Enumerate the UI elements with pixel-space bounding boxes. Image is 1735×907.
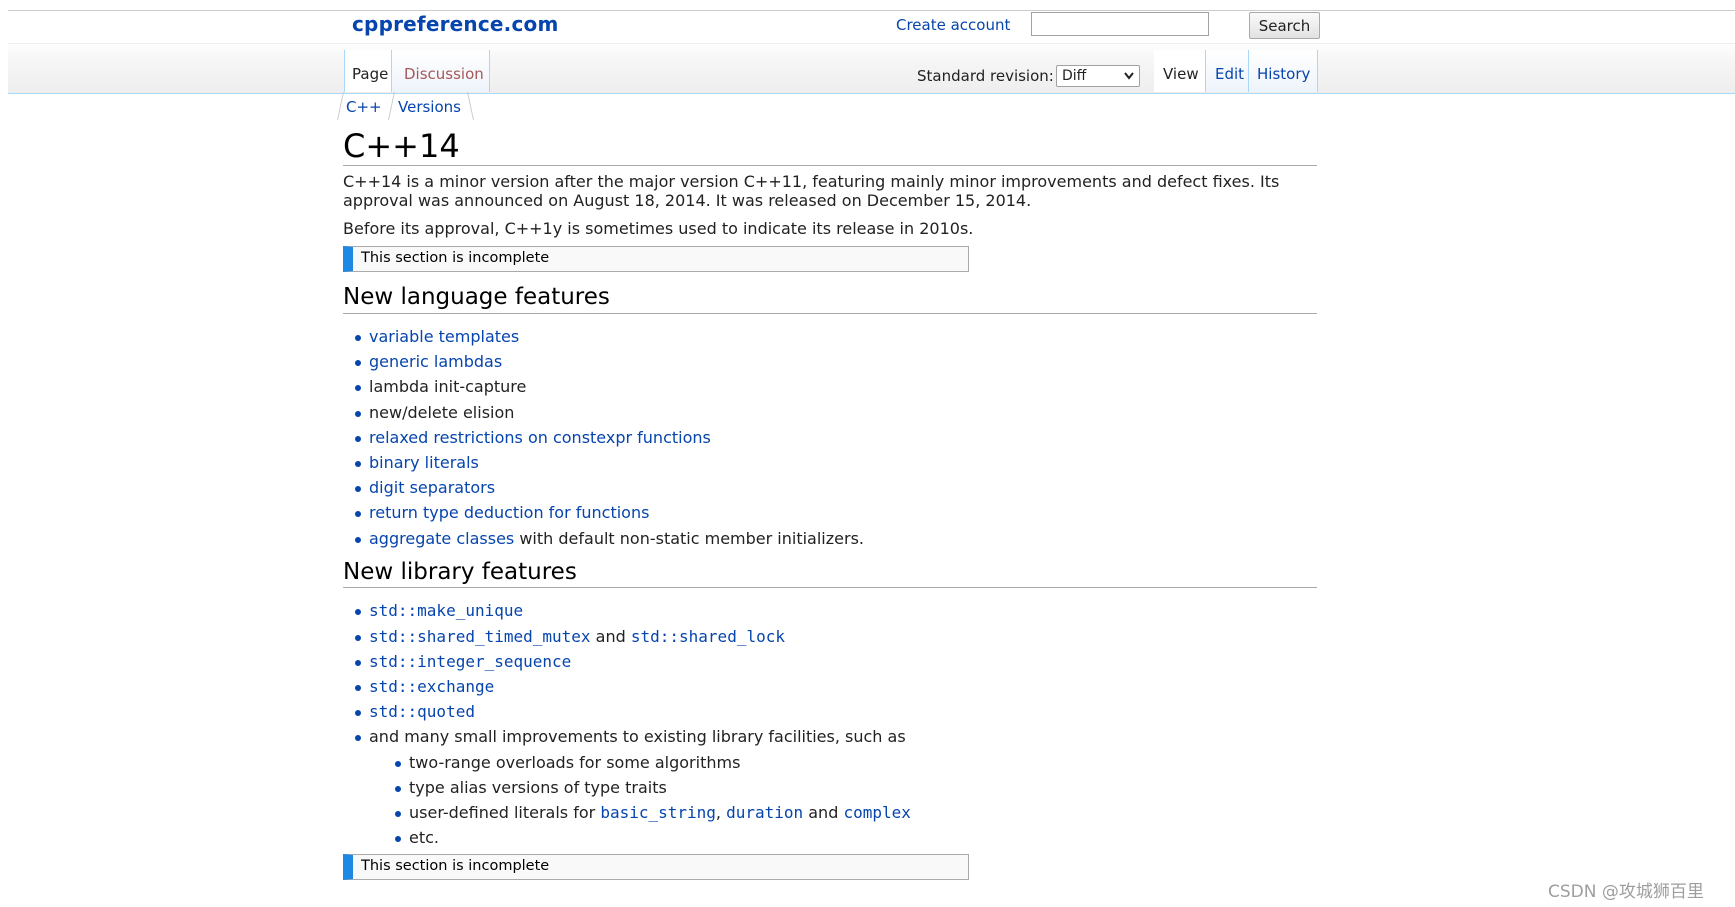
tab-edit[interactable]: Edit [1205,50,1249,92]
tab-history[interactable]: History [1249,50,1318,92]
list-item-text: and [808,803,839,822]
digit-separators-link[interactable]: digit separators [369,478,495,497]
list-item-text: user-defined literals for [409,803,596,822]
list-item: std::make_unique [355,598,1317,623]
tab-discussion-label: Discussion [404,65,484,83]
exchange-link[interactable]: std::exchange [369,677,494,696]
binary-literals-link[interactable]: binary literals [369,453,479,472]
list-item: binary literals [355,450,1317,475]
variable-templates-link[interactable]: variable templates [369,327,519,346]
tab-view[interactable]: View [1154,50,1205,92]
generic-lambdas-link[interactable]: generic lambdas [369,352,502,371]
breadcrumb-separator [337,92,344,120]
list-item: std::shared_timed_mutex and std::shared_… [355,624,1317,649]
list-item: relaxed restrictions on constexpr functi… [355,425,1317,450]
library-features-list: std::make_unique std::shared_timed_mutex… [343,598,1317,850]
intro-paragraph-2: Before its approval, C++1y is sometimes … [343,219,974,239]
watermark: CSDN @攻城狮百里 [1548,882,1704,902]
incomplete-notice: This section is incomplete [343,246,969,273]
complex-link[interactable]: complex [843,803,910,822]
list-item: std::exchange [355,674,1317,699]
standard-revision-value: Diff [1062,68,1087,84]
make-unique-link[interactable]: std::make_unique [369,601,523,620]
library-features-heading: New library features [343,559,1317,589]
list-item: variable templates [355,324,1317,349]
create-account-link[interactable]: Create account [896,16,1010,34]
breadcrumb-cpp[interactable]: C++ [346,98,382,116]
list-item: etc. [395,825,1317,850]
search-input[interactable] [1031,12,1209,36]
tab-history-label: History [1257,65,1311,83]
site-logo[interactable]: cppreference.com [352,12,559,36]
shared-timed-mutex-link[interactable]: std::shared_timed_mutex [369,627,591,646]
tab-discussion[interactable]: Discussion [392,50,490,92]
integer-sequence-link[interactable]: std::integer_sequence [369,652,571,671]
list-item-text: two-range overloads for some algorithms [409,752,741,772]
list-item-text: new/delete elision [369,402,515,422]
header-bar [8,10,1735,94]
shared-lock-link[interactable]: std::shared_lock [631,627,785,646]
list-item: std::quoted [355,699,1317,724]
incomplete-notice-2: This section is incomplete [343,854,969,881]
tab-page-label: Page [352,65,389,83]
search-button[interactable]: Search [1249,12,1320,39]
standard-revision-label: Standard revision: [917,67,1054,85]
list-item: and many small improvements to existing … [355,724,1317,850]
chevron-down-icon [1124,72,1134,80]
main-content: C++14 C++14 is a minor version after the… [343,128,1317,881]
breadcrumb-separator [467,92,474,120]
duration-link[interactable]: duration [726,803,803,822]
list-item: user-defined literals for basic_string, … [395,800,1317,825]
list-item: type alias versions of type traits [395,775,1317,800]
basic-string-link[interactable]: basic_string [600,803,716,822]
standard-revision-select[interactable]: Diff [1056,65,1140,87]
list-item: two-range overloads for some algorithms [395,750,1317,775]
header-divider [8,43,1735,44]
list-item: new/delete elision [355,400,1317,425]
list-item-text: and many small improvements to existing … [369,727,906,747]
list-item-text: etc. [409,828,439,848]
list-item: generic lambdas [355,349,1317,374]
list-item: std::integer_sequence [355,649,1317,674]
list-item: return type deduction for functions [355,500,1317,525]
breadcrumb-versions[interactable]: Versions [398,98,461,116]
tab-page[interactable]: Page [344,50,392,92]
list-item-text: with default non-static member initializ… [519,528,864,548]
quoted-link[interactable]: std::quoted [369,702,475,721]
page-title: C++14 [343,128,1317,166]
list-item: digit separators [355,475,1317,500]
relaxed-constexpr-link[interactable]: relaxed restrictions on constexpr functi… [369,428,711,447]
library-sub-list: two-range overloads for some algorithms … [369,750,1317,851]
comma-text: , [715,803,721,822]
breadcrumb-separator [388,92,395,120]
aggregate-classes-link[interactable]: aggregate classes [369,529,514,548]
list-item-text: type alias versions of type traits [409,777,667,797]
list-item: lambda init-capture [355,374,1317,399]
language-features-list: variable templates generic lambdas lambd… [343,324,1317,551]
list-item-text: lambda init-capture [369,377,527,397]
intro-paragraph: C++14 is a minor version after the major… [343,171,1280,210]
list-item: aggregate classes with default non-stati… [355,526,1317,551]
language-features-heading: New language features [343,284,1317,314]
tab-edit-label: Edit [1215,65,1245,83]
return-type-deduction-link[interactable]: return type deduction for functions [369,503,649,522]
tab-view-label: View [1163,65,1199,83]
list-item-text: and [595,626,626,646]
